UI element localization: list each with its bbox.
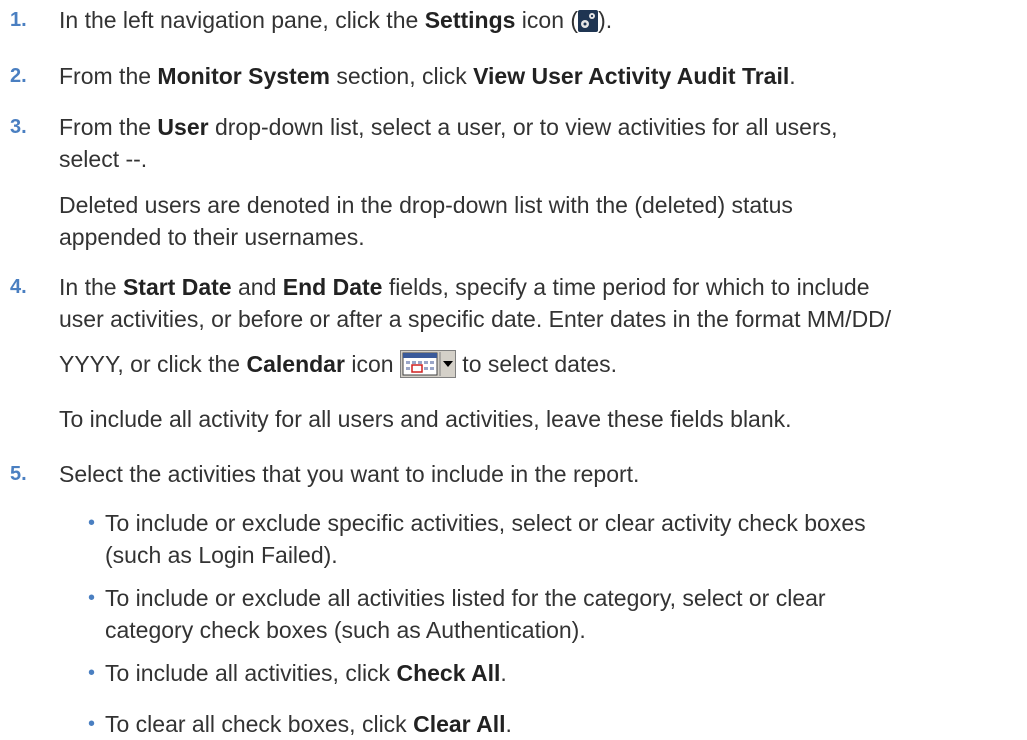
text-run: . (789, 63, 796, 89)
text-run: icon (344, 351, 400, 377)
step-number: 1. (10, 9, 27, 31)
bullet-text: To include or exclude specific activitie… (105, 507, 1005, 571)
note-text: appended to their usernames. (59, 224, 365, 250)
ui-term-end-date: End Date (282, 274, 383, 300)
text-run: category check boxes (such as Authentica… (105, 617, 586, 643)
note-text: Deleted users are denoted in the drop-do… (59, 192, 793, 218)
text-run: From the (59, 114, 158, 140)
ui-term-calendar: Calendar (246, 351, 345, 377)
ui-term-user: User (157, 114, 209, 140)
settings-gear-icon (578, 8, 599, 40)
text-run: From the (59, 63, 158, 89)
step-number: 4. (10, 276, 27, 298)
bullet-marker: • (88, 512, 96, 534)
step-text: From the Monitor System section, click V… (59, 60, 1009, 92)
text-run: To include all activities, click (105, 660, 397, 686)
text-run: . (505, 711, 512, 737)
text-run: section, click (329, 63, 474, 89)
ui-term-monitor-system: Monitor System (157, 63, 330, 89)
step-4-note: To include all activity for all users an… (59, 403, 999, 435)
text-run: drop-down list, select a user, or to vie… (208, 114, 838, 140)
step-text: Select the activities that you want to i… (59, 461, 640, 487)
step-4-line3: YYYY, or click the Calendar icon to sele… (59, 348, 999, 386)
step-number: 5. (10, 463, 27, 485)
bullet-marker: • (88, 662, 96, 684)
ui-term-check-all: Check All (396, 660, 501, 686)
ui-term-clear-all: Clear All (413, 711, 506, 737)
text-run: To clear all check boxes, click (105, 711, 414, 737)
text-run: In the left navigation pane, click the (59, 7, 425, 33)
ui-term-start-date: Start Date (122, 274, 232, 300)
text-run: select --. (59, 146, 148, 172)
text-run: and (231, 274, 283, 300)
calendar-dropdown-icon (399, 350, 456, 386)
step-number: 3. (10, 116, 27, 138)
step-3-note: Deleted users are denoted in the drop-do… (59, 189, 999, 253)
text-run: . (500, 660, 507, 686)
text-run: To include or exclude all activities lis… (105, 585, 826, 611)
step-text: In the Start Date and End Date fields, s… (59, 271, 1009, 335)
bullet-text: To include all activities, click Check A… (105, 657, 1005, 689)
text-run: YYYY, or click the (59, 351, 247, 377)
instruction-document: 1. In the left navigation pane, click th… (0, 0, 1027, 737)
ui-term-view-user-activity: View User Activity Audit Trail (473, 63, 790, 89)
text-run: To include or exclude specific activitie… (105, 510, 866, 536)
bullet-text: To clear all check boxes, click Clear Al… (105, 708, 1005, 740)
step-number: 2. (10, 65, 27, 87)
text-run: In the (59, 274, 123, 300)
step-text: From the User drop-down list, select a u… (59, 111, 1009, 175)
bullet-text: To include or exclude all activities lis… (105, 582, 1005, 646)
ui-term-settings: Settings (424, 7, 516, 33)
text-run: user activities, or before or after a sp… (59, 306, 892, 332)
text-run: ). (598, 7, 613, 33)
text-run: fields, specify a time period for which … (382, 274, 870, 300)
bullet-marker: • (88, 587, 96, 609)
text-run: (such as Login Failed). (105, 542, 338, 568)
text-run: to select dates. (455, 351, 618, 377)
note-text: To include all activity for all users an… (59, 406, 792, 432)
text-run: icon ( (515, 7, 579, 33)
step-text: In the left navigation pane, click the S… (59, 4, 1009, 40)
bullet-marker: • (88, 713, 96, 735)
